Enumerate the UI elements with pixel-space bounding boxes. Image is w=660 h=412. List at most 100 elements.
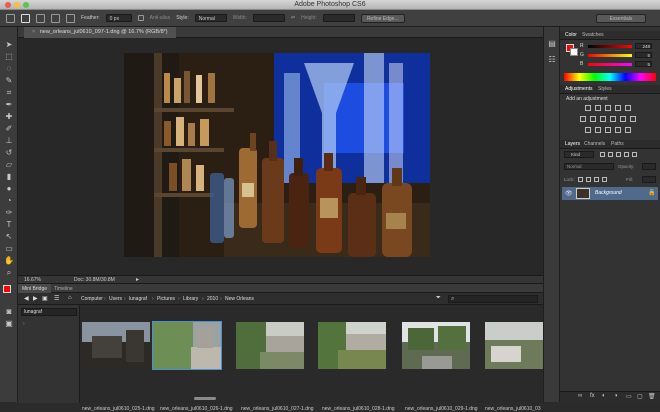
invert-icon[interactable] [585, 127, 591, 133]
panel-view-icon[interactable]: ☰ [54, 295, 59, 302]
move-tool-icon[interactable]: ➤ [4, 40, 14, 49]
filter-pixel-icon[interactable] [600, 152, 605, 157]
height-input[interactable] [322, 14, 355, 22]
channel-mixer-icon[interactable] [620, 116, 626, 122]
tab-color[interactable]: Color [565, 32, 577, 38]
layer-filter-kind[interactable]: Kind [564, 151, 594, 158]
color-lookup-icon[interactable] [630, 116, 636, 122]
refine-edge-button[interactable]: Refine Edge... [360, 13, 405, 23]
swap-icon[interactable]: ⇄ [291, 15, 295, 21]
blue-slider[interactable] [588, 63, 632, 66]
filter-smart-object-icon[interactable] [632, 152, 637, 157]
thumbnail-image[interactable] [82, 322, 150, 369]
breadcrumb-new-orleans[interactable]: New Orleans [225, 296, 254, 302]
back-arrow-icon[interactable]: ◀ [24, 295, 29, 302]
color-spectrum-ramp[interactable] [564, 73, 656, 81]
gradient-tool-icon[interactable]: ▮ [4, 172, 14, 181]
canvas-area[interactable] [18, 38, 543, 275]
tab-swatches[interactable]: Swatches [582, 32, 604, 38]
photo-filter-icon[interactable] [610, 116, 616, 122]
new-group-icon[interactable]: ▭ [626, 393, 632, 400]
filter-shape-icon[interactable] [624, 152, 629, 157]
zoom-tool-icon[interactable]: ⌕ [4, 268, 14, 277]
tab-timeline[interactable]: Timeline [50, 284, 77, 293]
breadcrumb-users[interactable]: Users [109, 296, 122, 302]
filter-icon[interactable]: ⏷ [436, 295, 441, 302]
blend-mode-select[interactable]: Normal [564, 163, 614, 170]
hand-tool-icon[interactable]: ✋ [4, 256, 14, 265]
blue-value[interactable]: 5 [635, 61, 652, 67]
layer-mask-icon[interactable]: ◐ [602, 393, 606, 399]
healing-brush-tool-icon[interactable]: ✚ [4, 112, 14, 121]
eyedropper-tool-icon[interactable]: ✒ [4, 100, 14, 109]
close-document-icon[interactable]: × [32, 29, 35, 35]
document-tab[interactable]: × new_orleans_jul0610_097-1.dng @ 16.7% … [24, 27, 176, 38]
opacity-input[interactable] [642, 163, 656, 170]
layer-row[interactable]: 👁 Background 🔒 [562, 187, 658, 200]
thumbnail-image[interactable] [318, 322, 386, 369]
collapse-arrow-icon[interactable]: › [23, 321, 25, 327]
thumbnail-image[interactable] [402, 322, 470, 369]
exposure-icon[interactable] [615, 105, 621, 111]
forward-arrow-icon[interactable]: ▶ [33, 295, 38, 302]
green-value[interactable]: 5 [635, 52, 652, 58]
vibrance-icon[interactable] [625, 105, 631, 111]
tools-menu-icon[interactable]: ⌂ [68, 295, 72, 301]
gradient-map-icon[interactable] [615, 127, 621, 133]
black-white-icon[interactable] [600, 116, 606, 122]
bridge-search-input[interactable]: ⌕ [448, 295, 538, 303]
adjustment-layer-icon[interactable]: ◑ [614, 393, 618, 399]
tab-styles[interactable]: Styles [598, 86, 612, 92]
workspace-switcher[interactable]: Essentials [596, 14, 646, 23]
thumbnail-image[interactable] [485, 322, 543, 369]
breadcrumb-computer[interactable]: Computer [81, 296, 103, 302]
properties-panel-icon[interactable]: ☷ [547, 55, 557, 64]
type-tool-icon[interactable]: T [4, 220, 14, 229]
shape-tool-icon[interactable]: ▭ [4, 244, 14, 253]
tab-adjustments[interactable]: Adjustments [565, 86, 593, 92]
brightness-contrast-icon[interactable] [585, 105, 591, 111]
tab-channels[interactable]: Channels [584, 141, 605, 147]
path-selection-tool-icon[interactable]: ↖ [4, 232, 14, 241]
quick-mask-icon[interactable]: ◙ [4, 307, 14, 316]
posterize-icon[interactable] [595, 127, 601, 133]
pen-tool-icon[interactable]: ✑ [4, 208, 14, 217]
history-brush-tool-icon[interactable]: ↺ [4, 148, 14, 157]
clone-stamp-tool-icon[interactable]: ⊥ [4, 136, 14, 145]
breadcrumb-2010[interactable]: 2010 [207, 296, 218, 302]
curves-icon[interactable] [605, 105, 611, 111]
thumbnail-scrollbar[interactable] [194, 397, 216, 400]
color-balance-icon[interactable] [590, 116, 596, 122]
hue-saturation-icon[interactable] [580, 116, 586, 122]
visibility-eye-icon[interactable]: 👁 [565, 190, 573, 197]
layer-name[interactable]: Background [595, 190, 622, 196]
lasso-tool-icon[interactable]: ◌ [4, 64, 14, 73]
tab-mini-bridge[interactable]: Mini Bridge [18, 284, 52, 293]
lock-all-icon[interactable] [602, 177, 607, 182]
dodge-tool-icon[interactable]: ◔ [4, 196, 14, 205]
tab-layers[interactable]: Layers [565, 141, 580, 147]
red-value[interactable]: 248 [635, 43, 652, 49]
breadcrumb-lunagraf[interactable]: lunagraf [129, 296, 147, 302]
feather-input[interactable]: 0 px [105, 14, 132, 22]
eraser-tool-icon[interactable]: ▱ [4, 160, 14, 169]
red-slider[interactable] [588, 45, 632, 48]
green-slider[interactable] [588, 54, 632, 57]
brush-tool-icon[interactable]: ✐ [4, 124, 14, 133]
new-layer-icon[interactable]: ▢ [637, 393, 643, 400]
delete-layer-icon[interactable]: 🗑 [648, 393, 656, 400]
add-selection-icon[interactable] [36, 13, 45, 23]
antialias-checkbox[interactable] [137, 15, 144, 21]
folder-select[interactable]: lunagraf [21, 308, 77, 316]
go-to-bridge-icon[interactable]: ▣ [42, 295, 48, 302]
screen-mode-icon[interactable]: ▣ [4, 319, 14, 328]
breadcrumb-pictures[interactable]: Pictures [157, 296, 175, 302]
status-menu-arrow-icon[interactable]: ▸ [136, 276, 139, 283]
new-selection-icon[interactable] [21, 13, 30, 23]
quick-selection-tool-icon[interactable]: ✎ [4, 76, 14, 85]
crop-tool-icon[interactable]: ⌗ [4, 88, 14, 97]
breadcrumb-library[interactable]: Library [183, 296, 198, 302]
style-select[interactable]: Normal [194, 14, 227, 22]
history-panel-icon[interactable]: ▤ [547, 39, 557, 48]
fill-input[interactable] [642, 176, 656, 183]
